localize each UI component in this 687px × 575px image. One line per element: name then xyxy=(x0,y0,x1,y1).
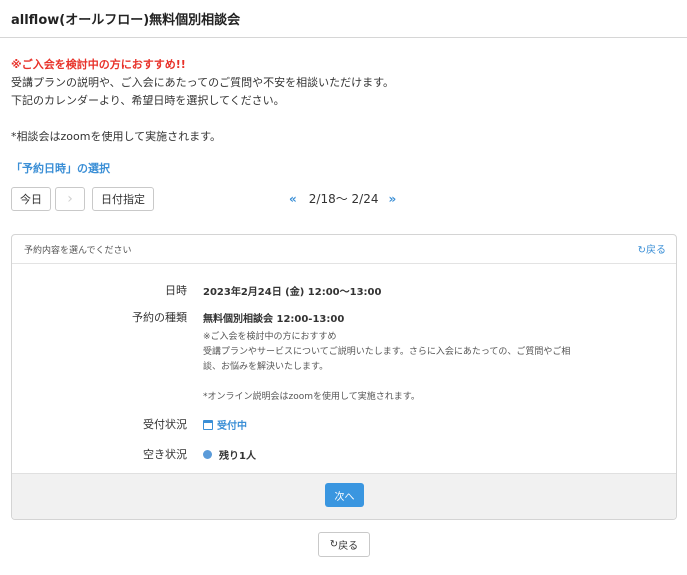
availability-value: 残り1人 xyxy=(219,451,256,462)
reservation-panel: 予約内容を選んでください ↻戻る 日時 2023年2月24日 (金) 12:00… xyxy=(11,234,677,520)
datetime-value: 2023年2月24日 (金) 12:00〜13:00 xyxy=(203,287,382,298)
undo-icon: ↻ xyxy=(637,245,646,256)
availability-status: 残り1人 xyxy=(203,447,256,462)
page-title: allflow(オールフロー)無料個別相談会 xyxy=(11,13,241,28)
type-value: 無料個別相談会 12:00-13:00 xyxy=(203,314,345,325)
section-title: 「予約日時」の選択 xyxy=(11,162,110,175)
zoom-note: *相談会はzoomを使用して実施されます。 xyxy=(11,130,222,143)
intro-line-2: 下記のカレンダーより、希望日時を選択してください。 xyxy=(11,94,285,107)
next-week-icon[interactable]: » xyxy=(388,192,396,206)
panel-footer: 次へ xyxy=(12,473,676,519)
next-week-button[interactable]: › xyxy=(55,187,85,211)
back-button[interactable]: ↻ 戻る xyxy=(318,532,370,557)
today-button[interactable]: 今日 xyxy=(11,187,51,211)
panel-header: 予約内容を選んでください ↻戻る xyxy=(12,235,676,264)
prev-week-icon[interactable]: « xyxy=(289,192,297,206)
reception-label: 受付状況 xyxy=(143,418,187,431)
type-description: ※ご入会を検討中の方におすすめ 受講プランやサービスについてご説明いたします。さ… xyxy=(203,332,571,402)
status-badge: 受付中 xyxy=(217,421,247,432)
type-label: 予約の種類 xyxy=(132,311,187,324)
intro-line-1: 受講プランの説明や、ご入会にあたってのご質問や不安を相談いただけます。 xyxy=(11,76,395,89)
reception-status: 受付中 xyxy=(203,417,247,432)
date-select-button[interactable]: 日付指定 xyxy=(92,187,154,211)
page-header: allflow(オールフロー)無料個別相談会 xyxy=(0,0,687,38)
panel-back-link[interactable]: ↻戻る xyxy=(638,241,666,256)
availability-label: 空き状況 xyxy=(143,448,187,461)
datetime-label: 日時 xyxy=(165,284,187,297)
recommendation-text: ※ご入会を検討中の方におすすめ!! xyxy=(11,58,186,71)
week-range: « 2/18〜 2/24 » xyxy=(289,190,396,207)
next-button[interactable]: 次へ xyxy=(325,483,364,507)
range-label: 2/18〜 2/24 xyxy=(308,192,379,206)
undo-icon: ↻ xyxy=(329,539,339,550)
availability-dot-icon xyxy=(203,450,212,459)
intro-block: ※ご入会を検討中の方におすすめ!! 受講プランの説明や、ご入会にあたってのご質問… xyxy=(11,56,394,146)
panel-heading: 予約内容を選んでください xyxy=(24,246,132,256)
calendar-icon xyxy=(203,419,213,430)
chevron-right-icon: › xyxy=(67,191,73,207)
